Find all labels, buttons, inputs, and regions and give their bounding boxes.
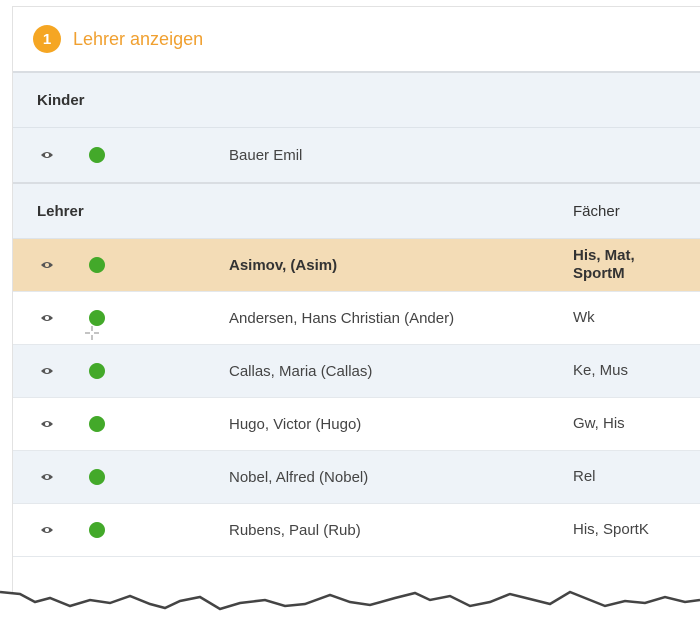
teacher-subjects: Gw, His <box>573 415 625 432</box>
teacher-row[interactable]: Callas, Maria (Callas) Ke, Mus <box>13 345 700 398</box>
eye-icon[interactable] <box>37 259 57 271</box>
teacher-panel: 1 Lehrer anzeigen Kinder Bauer Emil Lehr… <box>12 6 700 634</box>
teacher-row[interactable]: Nobel, Alfred (Nobel) Rel <box>13 451 700 504</box>
step-badge: 1 <box>33 25 61 53</box>
kinder-row[interactable]: Bauer Emil <box>13 128 700 184</box>
teacher-name: Callas, Maria (Callas) <box>229 362 373 380</box>
teacher-name: Rubens, Paul (Rub) <box>229 521 361 539</box>
kinder-section-title: Kinder <box>37 91 85 109</box>
eye-icon[interactable] <box>37 149 57 161</box>
teacher-subjects: Ke, Mus <box>573 362 629 379</box>
teacher-row[interactable]: Rubens, Paul (Rub) His, SportK <box>13 504 700 557</box>
eye-icon[interactable] <box>37 471 57 483</box>
status-dot-icon <box>89 310 105 326</box>
teacher-name: Hugo, Victor (Hugo) <box>229 415 362 433</box>
teacher-subjects: Rel <box>573 468 596 485</box>
eye-icon[interactable] <box>37 524 57 536</box>
eye-icon[interactable] <box>37 418 57 430</box>
panel-title[interactable]: Lehrer anzeigen <box>73 29 203 50</box>
teacher-name: Andersen, Hans Christian (Ander) <box>229 309 455 327</box>
lehrer-section-header: Lehrer Fächer <box>13 184 700 239</box>
faecher-column-header: Fächer <box>573 202 620 220</box>
torn-edge <box>0 590 700 634</box>
cursor-crosshair-icon <box>85 326 99 340</box>
kinder-section-header: Kinder <box>13 73 700 128</box>
teacher-name: Nobel, Alfred (Nobel) <box>229 468 369 486</box>
teacher-row[interactable]: Andersen, Hans Christian (Ander) Wk <box>13 292 700 345</box>
panel-header: 1 Lehrer anzeigen <box>13 7 700 73</box>
status-dot-icon <box>89 416 105 432</box>
teacher-subjects: His, SportK <box>573 521 649 538</box>
kinder-name: Bauer Emil <box>229 146 303 164</box>
teacher-subjects: Wk <box>573 309 595 326</box>
status-dot-icon <box>89 363 105 379</box>
eye-icon[interactable] <box>37 365 57 377</box>
teacher-subjects: His, Mat, SportM <box>573 247 635 282</box>
status-dot-icon <box>89 257 105 273</box>
eye-icon[interactable] <box>37 312 57 324</box>
lehrer-section-title: Lehrer <box>37 202 84 220</box>
status-dot-icon <box>89 147 105 163</box>
status-dot-icon <box>89 469 105 485</box>
status-dot-icon <box>89 522 105 538</box>
teacher-row[interactable]: Asimov, (Asim) His, Mat, SportM <box>13 239 700 292</box>
teacher-name: Asimov, (Asim) <box>229 256 338 274</box>
teacher-row[interactable]: Hugo, Victor (Hugo) Gw, His <box>13 398 700 451</box>
